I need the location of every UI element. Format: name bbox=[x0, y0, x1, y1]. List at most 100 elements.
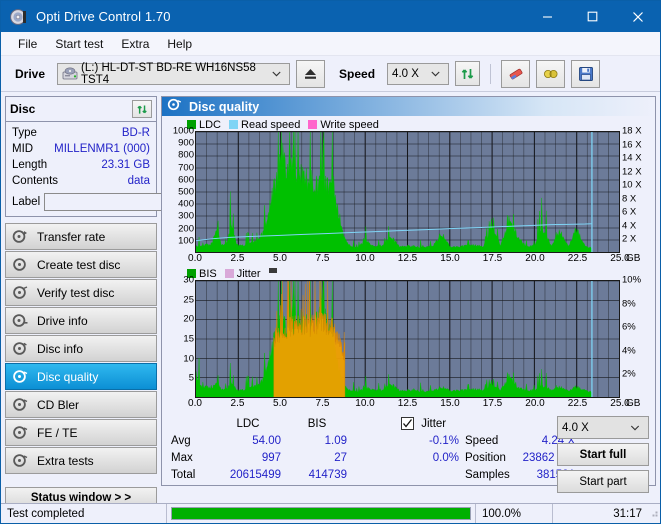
speed-select[interactable]: 4.0 X bbox=[387, 62, 450, 85]
disc-length-value: 23.31 GB bbox=[101, 159, 150, 171]
ldc-chart: LDC Read speed Write speed 100 200 300 400 5… bbox=[165, 118, 652, 267]
menu-file[interactable]: File bbox=[9, 34, 46, 54]
sidebar-item-transfer-rate[interactable]: Transfer rate bbox=[5, 223, 157, 250]
refresh-button[interactable] bbox=[455, 61, 481, 86]
disc-mid-value: MILLENMR1 (000) bbox=[54, 143, 150, 155]
table-row: Max 997 27 0.0% Position 23862 MB bbox=[168, 450, 578, 467]
maximize-button[interactable] bbox=[570, 1, 615, 32]
x-tick-label: 10.0 bbox=[355, 398, 375, 409]
y-tick-label: 200 bbox=[178, 223, 194, 235]
max-ldc-value: 997 bbox=[261, 452, 281, 464]
fe-te-icon bbox=[12, 425, 29, 440]
disc-properties: Type BD-R MID MILLENMR1 (000) Length 23.… bbox=[6, 122, 249, 216]
legend-marker-icon bbox=[268, 268, 277, 273]
x-tick-label: 22.5 bbox=[567, 253, 588, 264]
x-tick-label: 20.0 bbox=[525, 398, 545, 409]
x-axis-unit: GB bbox=[626, 253, 641, 264]
menu-help[interactable]: Help bbox=[158, 34, 201, 54]
chevron-down-icon bbox=[427, 69, 444, 79]
legend-label: LDC bbox=[199, 118, 222, 131]
jitter-label: Jitter bbox=[421, 418, 447, 430]
disc-mid-label: MID bbox=[12, 143, 34, 155]
col-header-ldc: LDC bbox=[236, 418, 260, 430]
y2-tick-label: 10% bbox=[622, 274, 642, 286]
y-tick-label: 30 bbox=[183, 274, 194, 286]
x-tick-label: 12.5 bbox=[397, 398, 418, 409]
statistics-table: LDC BIS Jitter Avg 54.00 1.09 -0.1% Spee… bbox=[168, 416, 578, 484]
x-tick-label: 20.0 bbox=[525, 253, 545, 264]
y2-tick-label: 12 X bbox=[622, 166, 642, 178]
progress-fill bbox=[172, 508, 470, 519]
close-button[interactable] bbox=[615, 1, 660, 32]
main-panel: Disc quality LDC Read speed Write speed … bbox=[161, 96, 656, 493]
position-label: Position bbox=[465, 452, 506, 464]
application-window: Opti Drive Control 1.70 File Start test … bbox=[0, 0, 661, 524]
legend-swatch-jitter bbox=[224, 269, 234, 278]
speed-label: Speed bbox=[339, 66, 376, 81]
bis-plot-svg bbox=[196, 281, 619, 397]
sidebar-item-cd-bler[interactable]: CD Bler bbox=[5, 391, 157, 418]
legend-read-speed: Read speed bbox=[229, 119, 300, 131]
disc-length-label: Length bbox=[12, 159, 48, 171]
elapsed-time: 31:17 bbox=[613, 507, 642, 520]
total-ldc-value: 20615499 bbox=[229, 469, 281, 481]
sidebar-item-label: Verify test disc bbox=[37, 285, 115, 300]
legend-jitter: Jitter bbox=[224, 267, 261, 280]
sidebar-item-drive-info[interactable]: Drive info bbox=[5, 307, 157, 334]
legend-label: BIS bbox=[199, 267, 217, 280]
drive-value: (L:) HL-DT-ST BD-RE WH16NS58 TST4 bbox=[81, 61, 256, 86]
ldc-plot-area[interactable] bbox=[195, 131, 620, 253]
bis-y-axis-left: 5 10 15 20 25 30 bbox=[165, 275, 195, 398]
jitter-checkbox[interactable] bbox=[401, 417, 414, 430]
disc-panel-header: Disc bbox=[6, 97, 156, 122]
chevron-down-icon bbox=[626, 423, 644, 433]
test-speed-select[interactable]: 4.0 X bbox=[557, 416, 649, 439]
minimize-button[interactable] bbox=[525, 1, 570, 32]
table-header-row: LDC BIS Jitter bbox=[168, 416, 578, 433]
x-axis-unit: GB bbox=[626, 398, 641, 409]
bis-plot-area[interactable] bbox=[195, 280, 620, 398]
drive-select[interactable]: (L:) HL-DT-ST BD-RE WH16NS58 TST4 bbox=[57, 61, 291, 86]
speed-value: 4.0 X bbox=[392, 67, 419, 80]
y-tick-label: 300 bbox=[178, 210, 194, 222]
erase-button[interactable] bbox=[501, 59, 531, 88]
disc-row-length: Length 23.31 GB bbox=[12, 157, 150, 173]
tools-button[interactable] bbox=[536, 59, 566, 88]
row-label-total: Total bbox=[171, 469, 196, 481]
y-tick-label: 10 bbox=[183, 353, 194, 365]
sidebar-item-label: CD Bler bbox=[37, 397, 80, 412]
save-button[interactable] bbox=[571, 59, 601, 88]
y-tick-label: 600 bbox=[178, 174, 194, 186]
window-controls bbox=[525, 1, 660, 32]
disc-refresh-button[interactable] bbox=[132, 100, 152, 118]
ldc-plot-svg bbox=[196, 132, 619, 252]
jitter-header-cell: Jitter bbox=[398, 416, 462, 433]
main-panel-header: Disc quality bbox=[162, 97, 655, 116]
sidebar-item-extra-tests[interactable]: Extra tests bbox=[5, 447, 157, 474]
progress-bar bbox=[171, 507, 471, 520]
sidebar-item-create-test-disc[interactable]: Create test disc bbox=[5, 251, 157, 278]
legend-label: Jitter bbox=[236, 267, 261, 280]
disc-panel: Disc Type BD-R MID MILLENMR1 (000) Lengt… bbox=[5, 96, 249, 217]
sidebar-item-disc-quality[interactable]: Disc quality bbox=[5, 363, 157, 390]
start-full-button[interactable]: Start full bbox=[557, 443, 649, 466]
extra-tests-icon bbox=[12, 453, 29, 468]
x-tick-label: 22.5 bbox=[567, 398, 588, 409]
start-part-button[interactable]: Start part bbox=[557, 470, 649, 493]
sidebar-item-verify-test-disc[interactable]: Verify test disc bbox=[5, 279, 157, 306]
y2-tick-label: 10 X bbox=[622, 179, 642, 191]
eject-button[interactable] bbox=[296, 59, 326, 88]
sidebar-item-fe-te[interactable]: FE / TE bbox=[5, 419, 157, 446]
menu-start-test[interactable]: Start test bbox=[46, 34, 112, 54]
drive-icon bbox=[62, 66, 78, 81]
resize-grip-icon[interactable] bbox=[648, 507, 660, 521]
ldc-y-axis-right: 2 X4 X 6 X8 X 10 X 12 X 14 X 16 X 18 X bbox=[620, 126, 652, 253]
actions-column: 4.0 X Start full Start part bbox=[557, 416, 649, 493]
jitter-max-value: 0.0% bbox=[432, 452, 459, 464]
toolbar-separator bbox=[490, 63, 492, 84]
jitter-avg-value: -0.1% bbox=[428, 435, 459, 447]
menu-extra[interactable]: Extra bbox=[112, 34, 158, 54]
y2-tick-label: 2 X bbox=[622, 233, 637, 245]
disc-icon bbox=[10, 8, 28, 26]
sidebar-item-disc-info[interactable]: Disc info bbox=[5, 335, 157, 362]
